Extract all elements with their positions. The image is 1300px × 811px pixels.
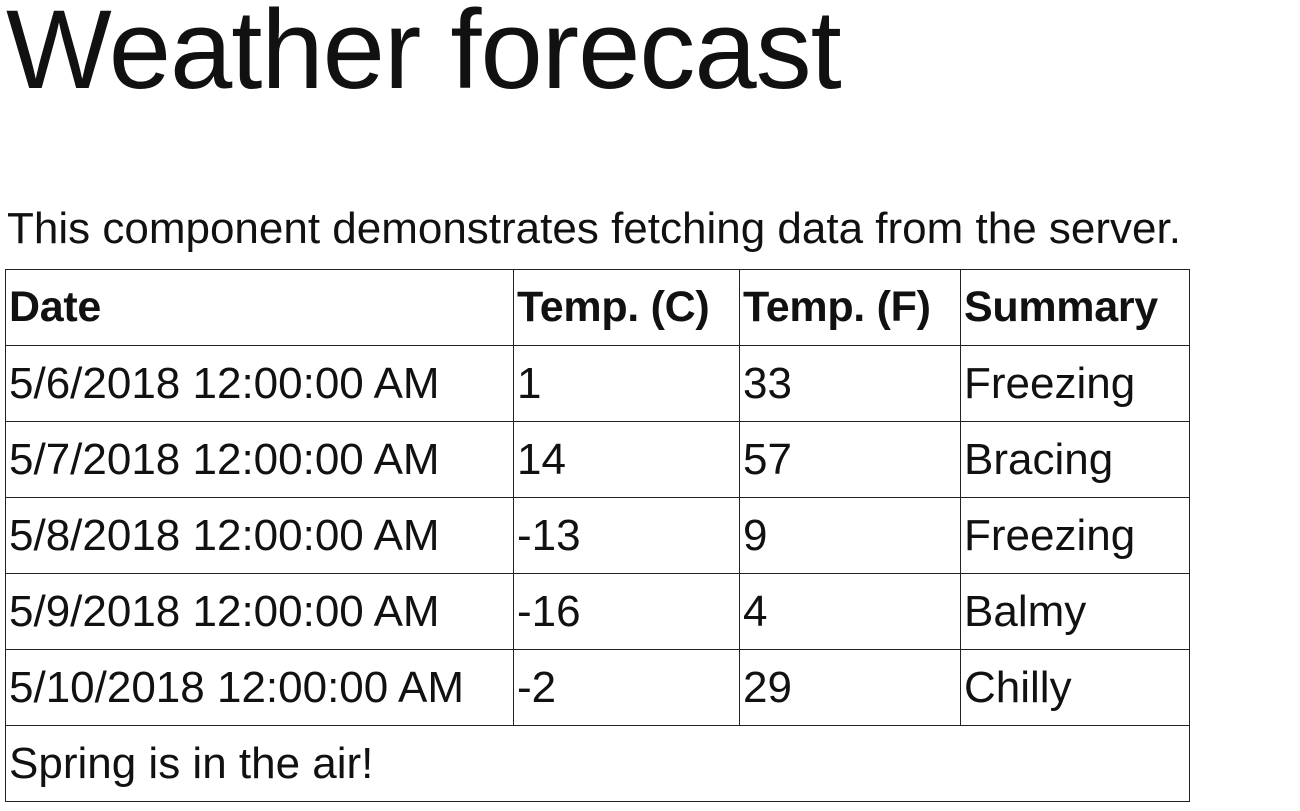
table-footer-text: Spring is in the air! (5, 725, 1190, 802)
table-row: 5/8/2018 12:00:00 AM -13 9 Freezing (5, 497, 1190, 574)
page-title: Weather forecast (6, 0, 842, 112)
cell-temp-f: 33 (739, 345, 961, 422)
cell-date: 5/9/2018 12:00:00 AM (5, 573, 514, 650)
cell-temp-f: 29 (739, 649, 961, 726)
column-header-summary: Summary (960, 269, 1190, 346)
column-header-temp-c: Temp. (C) (513, 269, 740, 346)
cell-temp-f: 4 (739, 573, 961, 650)
cell-summary: Chilly (960, 649, 1190, 726)
cell-temp-c: 14 (513, 421, 740, 498)
table-row: 5/9/2018 12:00:00 AM -16 4 Balmy (5, 573, 1190, 650)
cell-summary: Freezing (960, 497, 1190, 574)
cell-date: 5/6/2018 12:00:00 AM (5, 345, 514, 422)
cell-date: 5/8/2018 12:00:00 AM (5, 497, 514, 574)
cell-temp-f: 57 (739, 421, 961, 498)
cell-summary: Freezing (960, 345, 1190, 422)
cell-date: 5/7/2018 12:00:00 AM (5, 421, 514, 498)
forecast-table: Date Temp. (C) Temp. (F) Summary 5/6/201… (5, 269, 1190, 802)
page-description: This component demonstrates fetching dat… (7, 204, 1181, 253)
table-row: 5/10/2018 12:00:00 AM -2 29 Chilly (5, 649, 1190, 726)
cell-temp-c: -16 (513, 573, 740, 650)
table-header-row: Date Temp. (C) Temp. (F) Summary (5, 269, 1190, 346)
column-header-temp-f: Temp. (F) (739, 269, 961, 346)
table-row: 5/7/2018 12:00:00 AM 14 57 Bracing (5, 421, 1190, 498)
cell-summary: Balmy (960, 573, 1190, 650)
page: Weather forecast This component demonstr… (0, 0, 1300, 811)
cell-temp-c: 1 (513, 345, 740, 422)
cell-temp-c: -2 (513, 649, 740, 726)
cell-temp-f: 9 (739, 497, 961, 574)
cell-summary: Bracing (960, 421, 1190, 498)
cell-temp-c: -13 (513, 497, 740, 574)
cell-date: 5/10/2018 12:00:00 AM (5, 649, 514, 726)
table-footer-row: Spring is in the air! (5, 725, 1190, 802)
column-header-date: Date (5, 269, 514, 346)
table-row: 5/6/2018 12:00:00 AM 1 33 Freezing (5, 345, 1190, 422)
